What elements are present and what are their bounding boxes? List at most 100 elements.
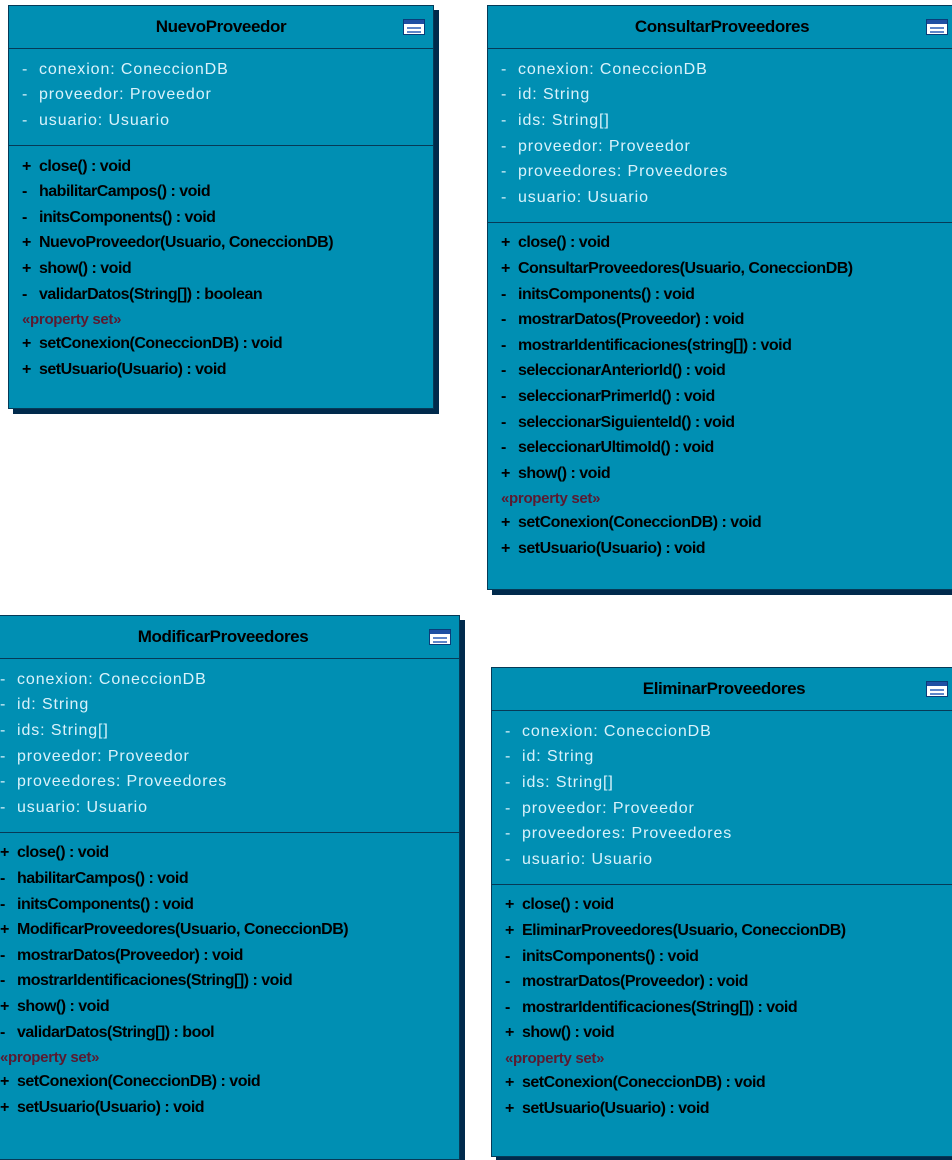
visibility-marker: - xyxy=(501,311,507,329)
visibility-marker: + xyxy=(505,1024,515,1042)
visibility-marker: + xyxy=(0,997,10,1015)
operation-row[interactable]: - mostrarDatos(Proveedor) : void xyxy=(0,943,459,969)
attribute-row[interactable]: - usuario: Usuario xyxy=(0,795,459,821)
operation-row[interactable]: + NuevoProveedor(Usuario, ConeccionDB) xyxy=(9,231,433,257)
attribute-row[interactable]: - conexion: ConeccionDB xyxy=(9,57,433,83)
operation-row[interactable]: + setUsuario(Usuario) : void xyxy=(492,1096,952,1122)
operation-row[interactable]: - validarDatos(String[]) : boolean xyxy=(9,282,433,308)
operation-row[interactable]: + setConexion(ConeccionDB) : void xyxy=(492,1070,952,1096)
attribute-text: usuario: Usuario xyxy=(17,798,148,816)
attribute-row[interactable]: - ids: String[] xyxy=(488,108,952,134)
attribute-row[interactable]: - usuario: Usuario xyxy=(492,847,952,873)
visibility-marker: + xyxy=(505,896,515,914)
visibility-marker: + xyxy=(501,234,511,252)
visibility-marker: - xyxy=(501,285,507,303)
operation-row[interactable]: - seleccionarPrimerId() : void xyxy=(488,384,952,410)
operation-row[interactable]: - initsComponents() : void xyxy=(492,944,952,970)
operation-text: setUsuario(Usuario) : void xyxy=(518,539,706,557)
stereotype-label: «property set» xyxy=(505,1049,605,1067)
operation-row[interactable]: - seleccionarAnteriorId() : void xyxy=(488,359,952,385)
operation-row[interactable]: + close() : void xyxy=(0,841,459,867)
operation-row[interactable]: + setConexion(ConeccionDB) : void xyxy=(488,511,952,537)
operation-row[interactable]: - habilitarCampos() : void xyxy=(0,866,459,892)
class-name: ModificarProveedores xyxy=(137,627,309,646)
operation-text: seleccionarAnteriorId() : void xyxy=(518,362,726,380)
operation-text: validarDatos(String[]) : boolean xyxy=(39,285,263,303)
operation-row[interactable]: - mostrarDatos(Proveedor) : void xyxy=(492,969,952,995)
operation-row[interactable]: - mostrarIdentificaciones(String[]) : voi… xyxy=(0,969,459,995)
visibility-marker: - xyxy=(22,208,28,226)
attribute-row[interactable]: - conexion: ConeccionDB xyxy=(488,57,952,83)
operation-text: seleccionarSiguienteId() : void xyxy=(518,413,735,431)
operation-text: NuevoProveedor(Usuario, ConeccionDB) xyxy=(39,234,334,252)
class-header: ConsultarProveedores xyxy=(488,6,952,49)
operation-row[interactable]: - habilitarCampos() : void xyxy=(9,179,433,205)
operation-row[interactable]: + show() : void xyxy=(0,994,459,1020)
operation-text: mostrarIdentificaciones(string[]) : void xyxy=(518,336,792,354)
attribute-row[interactable]: - proveedores: Proveedores xyxy=(0,769,459,795)
operation-row[interactable]: + close() : void xyxy=(492,893,952,919)
attribute-row[interactable]: - conexion: ConeccionDB xyxy=(0,667,459,693)
visibility-marker: - xyxy=(505,825,511,843)
operation-row[interactable]: + show() : void xyxy=(9,256,433,282)
class-icon xyxy=(926,19,948,35)
attribute-row[interactable]: - usuario: Usuario xyxy=(488,185,952,211)
operation-text: initsComponents() : void xyxy=(39,208,216,226)
operation-row[interactable]: + show() : void xyxy=(492,1021,952,1047)
operation-row[interactable]: + EliminarProveedores(Usuario, ConeccionD… xyxy=(492,918,952,944)
operation-row[interactable]: + ModificarProveedores(Usuario, Coneccion… xyxy=(0,917,459,943)
attribute-row[interactable]: - proveedor: Proveedor xyxy=(9,83,433,109)
attribute-text: conexion: ConeccionDB xyxy=(522,722,712,740)
attribute-text: proveedor: Proveedor xyxy=(39,86,212,104)
operation-row[interactable]: + setConexion(ConeccionDB) : void xyxy=(9,331,433,357)
visibility-marker: - xyxy=(0,696,6,714)
class-consultar-proveedores[interactable]: ConsultarProveedores - conexion: Coneccion… xyxy=(487,5,952,590)
operation-row[interactable]: - mostrarIdentificaciones(String[]) : voi… xyxy=(492,995,952,1021)
operation-row[interactable]: + setUsuario(Usuario) : void xyxy=(488,536,952,562)
attribute-row[interactable]: - proveedor: Proveedor xyxy=(0,744,459,770)
operation-row[interactable]: + setUsuario(Usuario) : void xyxy=(9,357,433,383)
attribute-row[interactable]: - proveedores: Proveedores xyxy=(488,159,952,185)
attribute-row[interactable]: - proveedores: Proveedores xyxy=(492,821,952,847)
attribute-row[interactable]: - id: String xyxy=(0,693,459,719)
attribute-row[interactable]: - ids: String[] xyxy=(492,770,952,796)
operation-row[interactable]: - validarDatos(String[]) : bool xyxy=(0,1020,459,1046)
operation-row[interactable]: + close() : void xyxy=(9,154,433,180)
operation-row[interactable]: + ConsultarProveedores(Usuario, Coneccion… xyxy=(488,256,952,282)
attribute-row[interactable]: - id: String xyxy=(488,83,952,109)
operation-row[interactable]: + setConexion(ConeccionDB) : void xyxy=(0,1069,459,1095)
class-header: EliminarProveedores xyxy=(492,668,952,711)
visibility-marker: - xyxy=(501,362,507,380)
attribute-row[interactable]: - usuario: Usuario xyxy=(9,108,433,134)
attribute-row[interactable]: - proveedor: Proveedor xyxy=(492,796,952,822)
class-modificar-proveedores[interactable]: ModificarProveedores - conexion: Coneccion… xyxy=(0,615,460,1160)
attribute-row[interactable]: - proveedor: Proveedor xyxy=(488,134,952,160)
operation-text: mostrarDatos(Proveedor) : void xyxy=(522,973,748,991)
attribute-row[interactable]: - id: String xyxy=(492,745,952,771)
operation-row[interactable]: - mostrarIdentificaciones(string[]) : voi… xyxy=(488,333,952,359)
attribute-row[interactable]: - conexion: ConeccionDB xyxy=(492,719,952,745)
class-nuevo-proveedor[interactable]: NuevoProveedor - conexion: ConeccionDB - pro… xyxy=(8,5,434,409)
visibility-marker: - xyxy=(0,946,6,964)
operation-row[interactable]: - initsComponents() : void xyxy=(488,282,952,308)
visibility-marker: + xyxy=(0,1098,10,1116)
visibility-marker: + xyxy=(22,360,32,378)
visibility-marker: - xyxy=(22,285,28,303)
attribute-row[interactable]: - ids: String[] xyxy=(0,718,459,744)
operation-row[interactable]: - seleccionarSiguienteId() : void xyxy=(488,410,952,436)
visibility-marker: - xyxy=(505,773,511,791)
class-icon xyxy=(403,19,425,35)
operation-row[interactable]: - seleccionarUltimoId() : void xyxy=(488,435,952,461)
class-eliminar-proveedores[interactable]: EliminarProveedores - conexion: ConeccionD… xyxy=(491,667,952,1157)
operation-row[interactable]: + close() : void xyxy=(488,231,952,257)
operation-row[interactable]: - initsComponents() : void xyxy=(9,205,433,231)
operations-compartment: + close() : void - habilitarCampos() : void… xyxy=(0,833,459,1129)
operation-text: setUsuario(Usuario) : void xyxy=(17,1098,205,1116)
operation-row[interactable]: + show() : void xyxy=(488,461,952,487)
operation-text: initsComponents() : void xyxy=(518,285,695,303)
operation-row[interactable]: - mostrarDatos(Proveedor) : void xyxy=(488,307,952,333)
operation-row[interactable]: - initsComponents() : void xyxy=(0,892,459,918)
attribute-text: usuario: Usuario xyxy=(522,850,653,868)
operation-row[interactable]: + setUsuario(Usuario) : void xyxy=(0,1095,459,1121)
attribute-text: conexion: ConeccionDB xyxy=(518,60,708,78)
